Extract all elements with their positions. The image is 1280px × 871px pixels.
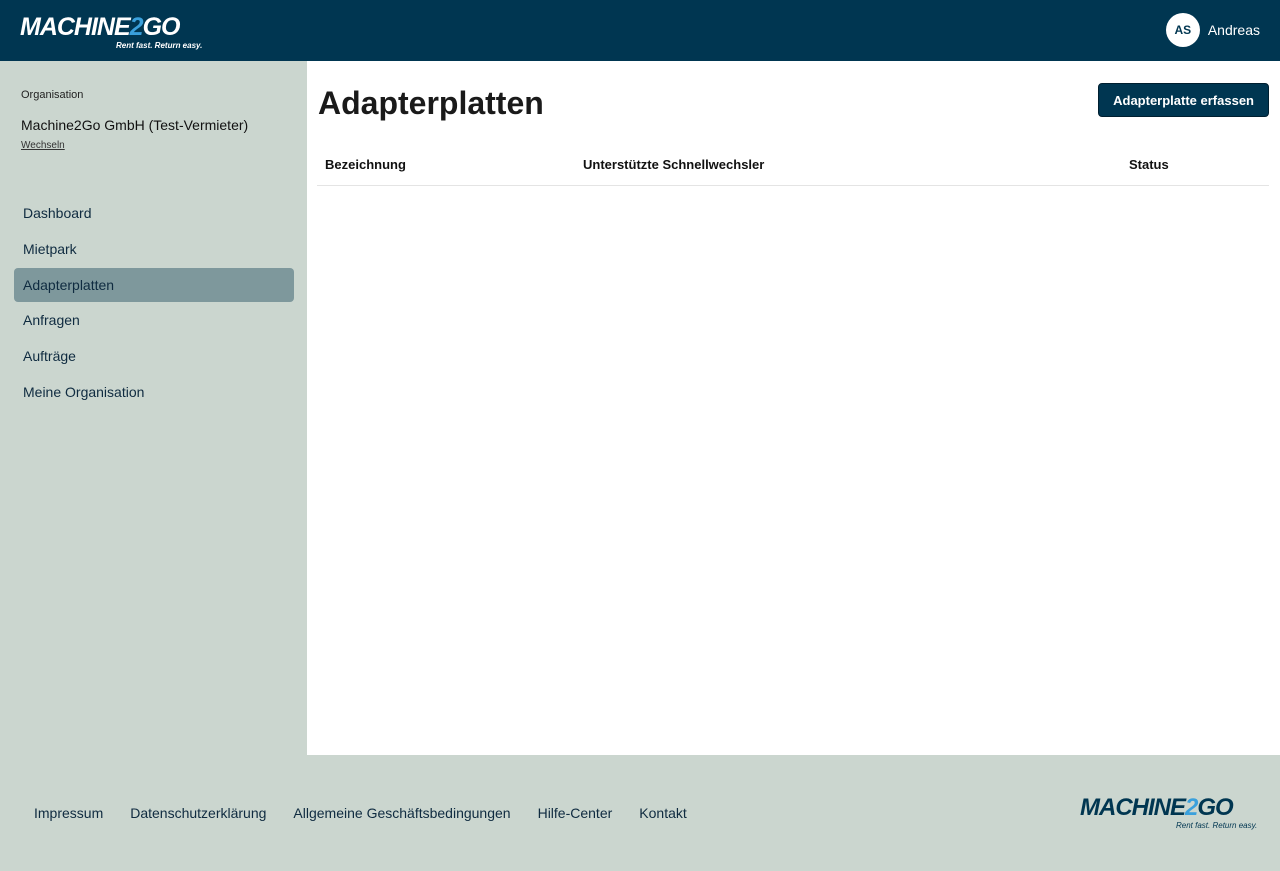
logo-tagline: Rent fast. Return easy. (1176, 821, 1258, 830)
logo-two: 2 (1185, 794, 1198, 821)
sidebar: Organisation Machine2Go GmbH (Test-Vermi… (0, 61, 307, 755)
logo-end: GO (142, 13, 181, 41)
sidebar-item-adapterplatten[interactable]: Adapterplatten (14, 267, 294, 302)
page-title: Adapterplatten (318, 85, 544, 121)
sidebar-item-meine-organisation[interactable]: Meine Organisation (14, 375, 294, 409)
table-header: Bezeichnung Unterstützte Schnellwechsler… (317, 145, 1269, 186)
logo-tagline: Rent fast. Return easy. (116, 41, 203, 50)
sidebar-nav: Dashboard Mietpark Adapterplatten Anfrag… (14, 196, 294, 411)
main-content: Adapterplatten Adapterplatte erfassen Be… (307, 61, 1280, 755)
logo[interactable]: MACHINE2GO Rent fast. Return easy. (20, 13, 202, 50)
footer-links: Impressum Datenschutzerklärung Allgemein… (34, 805, 687, 821)
user-menu[interactable]: AS Andreas (1165, 13, 1260, 47)
logo-word: MACHINE (1080, 794, 1186, 821)
column-header-schnellwechsler[interactable]: Unterstützte Schnellwechsler (583, 157, 764, 172)
column-header-bezeichnung[interactable]: Bezeichnung (325, 157, 406, 172)
org-label: Organisation (21, 89, 84, 101)
footer-link-datenschutz[interactable]: Datenschutzerklärung (130, 805, 266, 821)
sidebar-item-mietpark[interactable]: Mietpark (14, 232, 294, 266)
top-header: MACHINE2GO Rent fast. Return easy. AS An… (0, 0, 1280, 61)
avatar[interactable]: AS (1165, 13, 1200, 47)
sidebar-item-anfragen[interactable]: Anfragen (14, 303, 294, 337)
sidebar-item-auftraege[interactable]: Aufträge (14, 339, 294, 373)
footer-link-impressum[interactable]: Impressum (34, 805, 103, 821)
user-name[interactable]: Andreas (1208, 22, 1260, 38)
logo-word: MACHINE (20, 13, 131, 41)
column-header-status[interactable]: Status (1129, 157, 1169, 172)
sidebar-item-dashboard[interactable]: Dashboard (14, 196, 294, 230)
add-adapter-plate-button[interactable]: Adapterplatte erfassen (1098, 83, 1269, 117)
org-name: Machine2Go GmbH (Test-Vermieter) (21, 117, 249, 133)
switch-org-link[interactable]: Wechseln (21, 140, 65, 151)
logo-end: GO (1197, 794, 1233, 821)
footer-link-kontakt[interactable]: Kontakt (639, 805, 686, 821)
footer-link-hilfe-center[interactable]: Hilfe-Center (538, 805, 613, 821)
logo-two: 2 (129, 13, 144, 41)
footer-logo: MACHINE2GO Rent fast. Return easy. (1080, 794, 1260, 831)
footer-link-agb[interactable]: Allgemeine Geschäftsbedingungen (293, 805, 510, 821)
